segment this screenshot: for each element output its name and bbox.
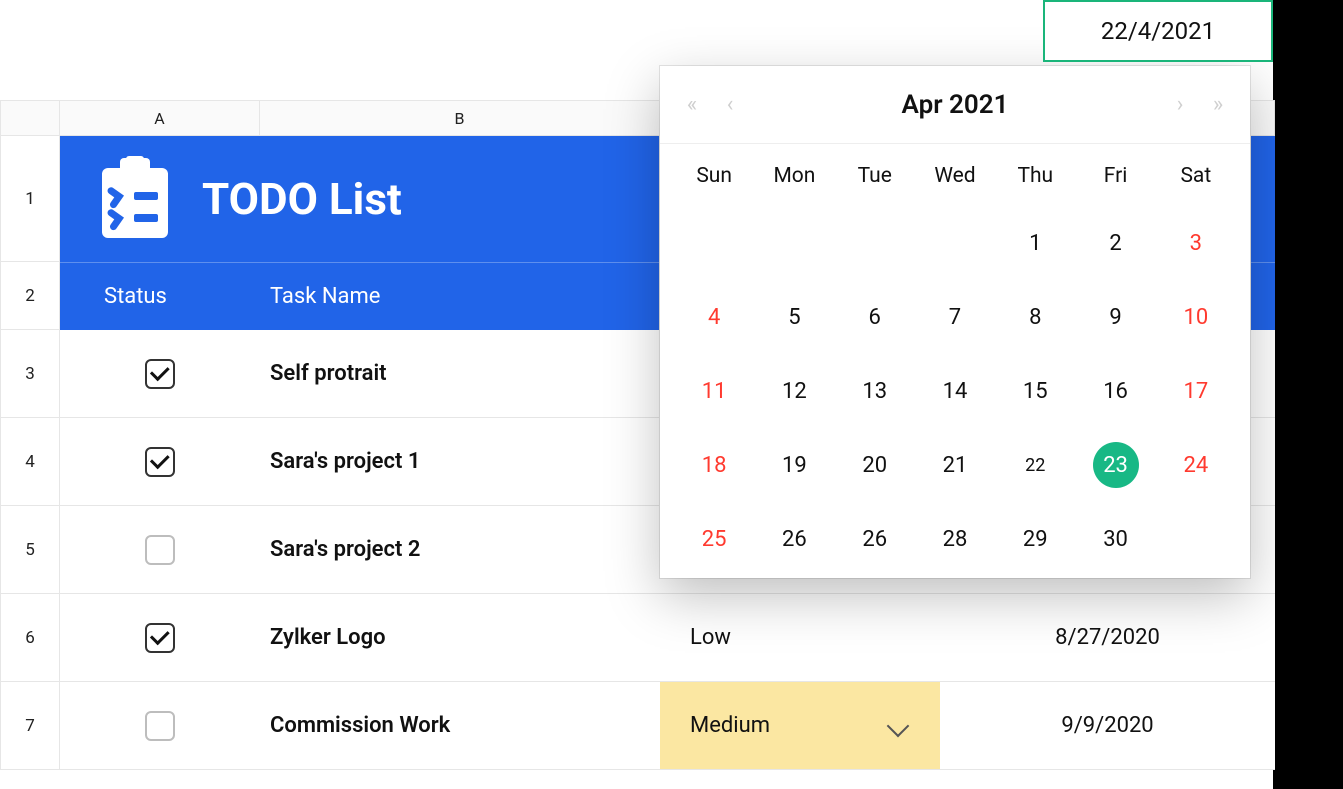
task-name-cell[interactable]: Sara's project 2 — [260, 506, 660, 594]
task-name-cell[interactable]: Sara's project 1 — [260, 418, 660, 506]
header-task-name[interactable]: Task Name — [260, 284, 660, 309]
calendar-day[interactable]: 10 — [1156, 292, 1236, 342]
next-month-icon[interactable]: › — [1166, 91, 1194, 119]
status-cell[interactable] — [60, 682, 260, 770]
status-checkbox[interactable] — [145, 711, 175, 741]
calendar-day[interactable]: 5 — [754, 292, 834, 342]
row-7: 7 Commission Work Medium 9/9/2020 — [0, 682, 1275, 770]
calendar-day[interactable]: 2 — [1075, 218, 1155, 268]
calendar-day[interactable]: 26 — [754, 514, 834, 564]
status-checkbox[interactable] — [145, 447, 175, 477]
task-name-cell[interactable]: Self protrait — [260, 330, 660, 418]
calendar-day[interactable]: 15 — [995, 366, 1075, 416]
calendar-day[interactable]: 13 — [835, 366, 915, 416]
calendar-day[interactable]: 20 — [835, 440, 915, 490]
task-name-cell[interactable]: Commission Work — [260, 682, 660, 770]
calendar-nav-next: › » — [1166, 91, 1232, 119]
row-header-5[interactable]: 5 — [0, 506, 60, 594]
calendar-day[interactable]: 12 — [754, 366, 834, 416]
priority-cell[interactable]: Low — [660, 594, 940, 682]
status-cell[interactable] — [60, 506, 260, 594]
column-header-a[interactable]: A — [60, 100, 260, 136]
calendar-day[interactable]: 24 — [1156, 440, 1236, 490]
calendar-day[interactable]: 18 — [674, 440, 754, 490]
chevron-down-icon[interactable] — [887, 714, 910, 737]
calendar-day[interactable]: 21 — [915, 440, 995, 490]
calendar-day[interactable]: 19 — [754, 440, 834, 490]
row-header-6[interactable]: 6 — [0, 594, 60, 682]
calendar-day[interactable]: 1 — [995, 218, 1075, 268]
due-date-cell[interactable]: 8/27/2020 — [940, 594, 1275, 682]
calendar-day[interactable]: 23 — [1075, 440, 1155, 490]
calendar-dow: Mon — [754, 152, 834, 194]
calendar-header: « ‹ Apr 2021 › » — [660, 66, 1250, 144]
right-black-strip — [1273, 0, 1343, 789]
status-cell[interactable] — [60, 418, 260, 506]
priority-value: Medium — [690, 713, 770, 738]
calendar-day[interactable]: 25 — [674, 514, 754, 564]
calendar-dow: Thu — [995, 152, 1075, 194]
corner-cell[interactable] — [0, 100, 60, 136]
task-name-cell[interactable]: Zylker Logo — [260, 594, 660, 682]
calendar-day[interactable]: 11 — [674, 366, 754, 416]
calendar-day[interactable]: 7 — [915, 292, 995, 342]
priority-cell[interactable]: Medium — [660, 682, 940, 770]
due-date-cell[interactable]: 9/9/2020 — [940, 682, 1275, 770]
calendar-nav-prev: « ‹ — [678, 91, 744, 119]
prev-month-icon[interactable]: ‹ — [716, 91, 744, 119]
table-row: Zylker Logo Low 8/27/2020 — [60, 594, 1275, 682]
calendar-day[interactable]: 26 — [835, 514, 915, 564]
calendar-day[interactable]: 29 — [995, 514, 1075, 564]
row-header-2[interactable]: 2 — [0, 262, 60, 330]
calendar-day[interactable]: 14 — [915, 366, 995, 416]
calendar-day[interactable]: 30 — [1075, 514, 1155, 564]
calendar-day[interactable]: 28 — [915, 514, 995, 564]
calendar-day[interactable]: 3 — [1156, 218, 1236, 268]
date-input-value: 22/4/2021 — [1101, 17, 1215, 45]
calendar-dow: Sun — [674, 152, 754, 194]
row-6: 6 Zylker Logo Low 8/27/2020 — [0, 594, 1275, 682]
calendar-day[interactable]: 6 — [835, 292, 915, 342]
status-checkbox[interactable] — [145, 623, 175, 653]
row-header-3[interactable]: 3 — [0, 330, 60, 418]
priority-value: Low — [690, 625, 731, 650]
calendar-dow: Fri — [1075, 152, 1155, 194]
table-row: Commission Work Medium 9/9/2020 — [60, 682, 1275, 770]
status-cell[interactable] — [60, 330, 260, 418]
calendar-day[interactable]: 16 — [1075, 366, 1155, 416]
row-header-1[interactable]: 1 — [0, 136, 60, 262]
calendar-dow: Tue — [835, 152, 915, 194]
date-input-cell[interactable]: 22/4/2021 — [1043, 0, 1273, 62]
title-text: TODO List — [202, 173, 402, 225]
calendar-dow: Wed — [915, 152, 995, 194]
calendar-day[interactable]: 4 — [674, 292, 754, 342]
calendar-title: Apr 2021 — [902, 90, 1009, 120]
status-checkbox[interactable] — [145, 535, 175, 565]
calendar-dow: Sat — [1156, 152, 1236, 194]
clipboard-icon — [96, 156, 174, 242]
calendar-day[interactable]: 17 — [1156, 366, 1236, 416]
calendar-day[interactable]: 9 — [1075, 292, 1155, 342]
status-checkbox[interactable] — [145, 359, 175, 389]
header-status[interactable]: Status — [60, 284, 260, 309]
next-year-icon[interactable]: » — [1204, 91, 1232, 119]
calendar-day[interactable]: 8 — [995, 292, 1075, 342]
column-header-b[interactable]: B — [260, 100, 660, 136]
row-header-4[interactable]: 4 — [0, 418, 60, 506]
status-cell[interactable] — [60, 594, 260, 682]
calendar-day[interactable]: 22 — [995, 440, 1075, 490]
date-picker-popup: « ‹ Apr 2021 › » SunMonTueWedThuFriSat12… — [660, 66, 1250, 578]
calendar-grid: SunMonTueWedThuFriSat1234567891011121314… — [660, 144, 1250, 564]
prev-year-icon[interactable]: « — [678, 91, 706, 119]
row-header-7[interactable]: 7 — [0, 682, 60, 770]
